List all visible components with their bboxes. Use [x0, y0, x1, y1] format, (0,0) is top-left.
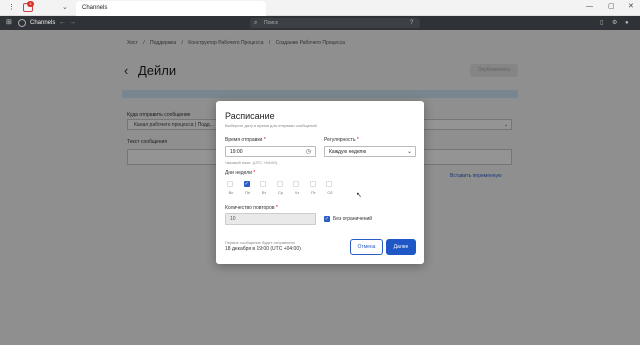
weekday-checkbox[interactable] — [260, 181, 266, 187]
close-window-button[interactable]: ✕ — [628, 3, 634, 11]
weekday-item[interactable]: ✓ Пн — [240, 179, 256, 197]
app-header: ⊞ Channels ← → Поиск ⌕ ? ▯ ⚙ ● — [0, 16, 640, 30]
weekday-item[interactable]: Вс — [223, 179, 239, 197]
os-title-bar: ⋮ 4 ⌄ Channels — ▢ ✕ — [0, 0, 640, 16]
app-name: Channels — [30, 20, 56, 26]
cancel-button[interactable]: Отмена — [350, 239, 383, 255]
weekday-item[interactable]: Ср — [273, 179, 289, 197]
frequency-label: Регулярность * — [324, 137, 359, 143]
unlimited-checkbox[interactable]: ✓ — [324, 216, 330, 222]
weekday-label: Вт — [261, 190, 267, 195]
weekday-item[interactable]: Вт — [256, 179, 272, 197]
weekday-label: Пн — [244, 190, 251, 195]
menu-icon[interactable]: ⋮ — [8, 4, 15, 11]
timezone-hint: Часовой пояс: (UTC +04:00) — [225, 160, 277, 165]
frequency-select[interactable]: Каждую неделю ⌄ — [324, 146, 416, 157]
notification-badge: 4 — [27, 1, 34, 7]
mouse-cursor-icon: ↖ — [356, 192, 362, 199]
weekday-checkbox[interactable] — [326, 181, 332, 187]
frequency-value: Каждую неделю — [329, 149, 367, 155]
grid-icon[interactable]: ⊞ — [6, 19, 12, 27]
weekdays-label: Дни недели * — [225, 170, 256, 176]
weekday-checkbox[interactable] — [227, 181, 233, 187]
weekday-item[interactable]: Пт — [306, 179, 322, 197]
weekday-label: Пт — [311, 190, 316, 195]
unlimited-label[interactable]: Без ограничений — [333, 216, 372, 222]
send-time-label: Время отправки * — [225, 137, 266, 143]
maximize-button[interactable]: ▢ — [608, 3, 615, 11]
logo — [18, 19, 26, 27]
repeat-count-input[interactable]: 10 — [225, 213, 316, 225]
tab-channels[interactable]: Channels — [76, 1, 266, 16]
chevron-down-icon: ⌄ — [406, 149, 412, 155]
avatar-icon[interactable]: ● — [625, 19, 629, 27]
bottom-strip — [0, 345, 640, 360]
clock-icon[interactable]: ◷ — [306, 147, 311, 157]
search-input[interactable]: Поиск — [250, 18, 420, 28]
chevron-down-icon[interactable]: ⌄ — [62, 3, 68, 11]
weekday-item[interactable]: Чт — [289, 179, 305, 197]
settings-icon[interactable]: ⚙ — [612, 19, 617, 27]
search-icon: ⌕ — [254, 20, 258, 26]
first-message-value: 18 декабря в 19:00 (UTC +04:00) — [225, 246, 301, 252]
bell-icon[interactable]: ▯ — [600, 19, 603, 27]
modal-subtitle: Выберите дату и время для отправки сообщ… — [225, 123, 317, 128]
help-icon[interactable]: ? — [410, 19, 413, 27]
next-button[interactable]: Далее — [386, 239, 416, 255]
send-time-value: 19:00 — [230, 149, 243, 155]
weekday-checkbox[interactable]: ✓ — [243, 181, 250, 187]
first-message-label: Первое сообщение будет отправлено — [225, 240, 296, 245]
modal-title: Расписание — [225, 111, 275, 121]
weekday-item[interactable]: Сб — [322, 179, 338, 197]
weekday-checkbox[interactable] — [276, 181, 283, 187]
minimize-button[interactable]: — — [586, 3, 593, 11]
weekday-checkbox[interactable] — [309, 181, 316, 187]
repeat-count-label: Количество повторов * — [225, 205, 278, 211]
schedule-modal: Расписание Выберите дату и время для отп… — [216, 101, 424, 264]
weekday-label: Ср — [277, 190, 284, 195]
back-arrow-icon[interactable]: ← — [59, 18, 66, 27]
forward-arrow-icon[interactable]: → — [69, 18, 76, 27]
weekday-checkbox[interactable] — [293, 181, 299, 187]
send-time-input[interactable]: 19:00 ◷ — [225, 146, 316, 157]
weekday-label: Чт — [294, 190, 300, 195]
weekday-label: Сб — [327, 190, 333, 195]
weekday-label: Вс — [228, 190, 234, 195]
